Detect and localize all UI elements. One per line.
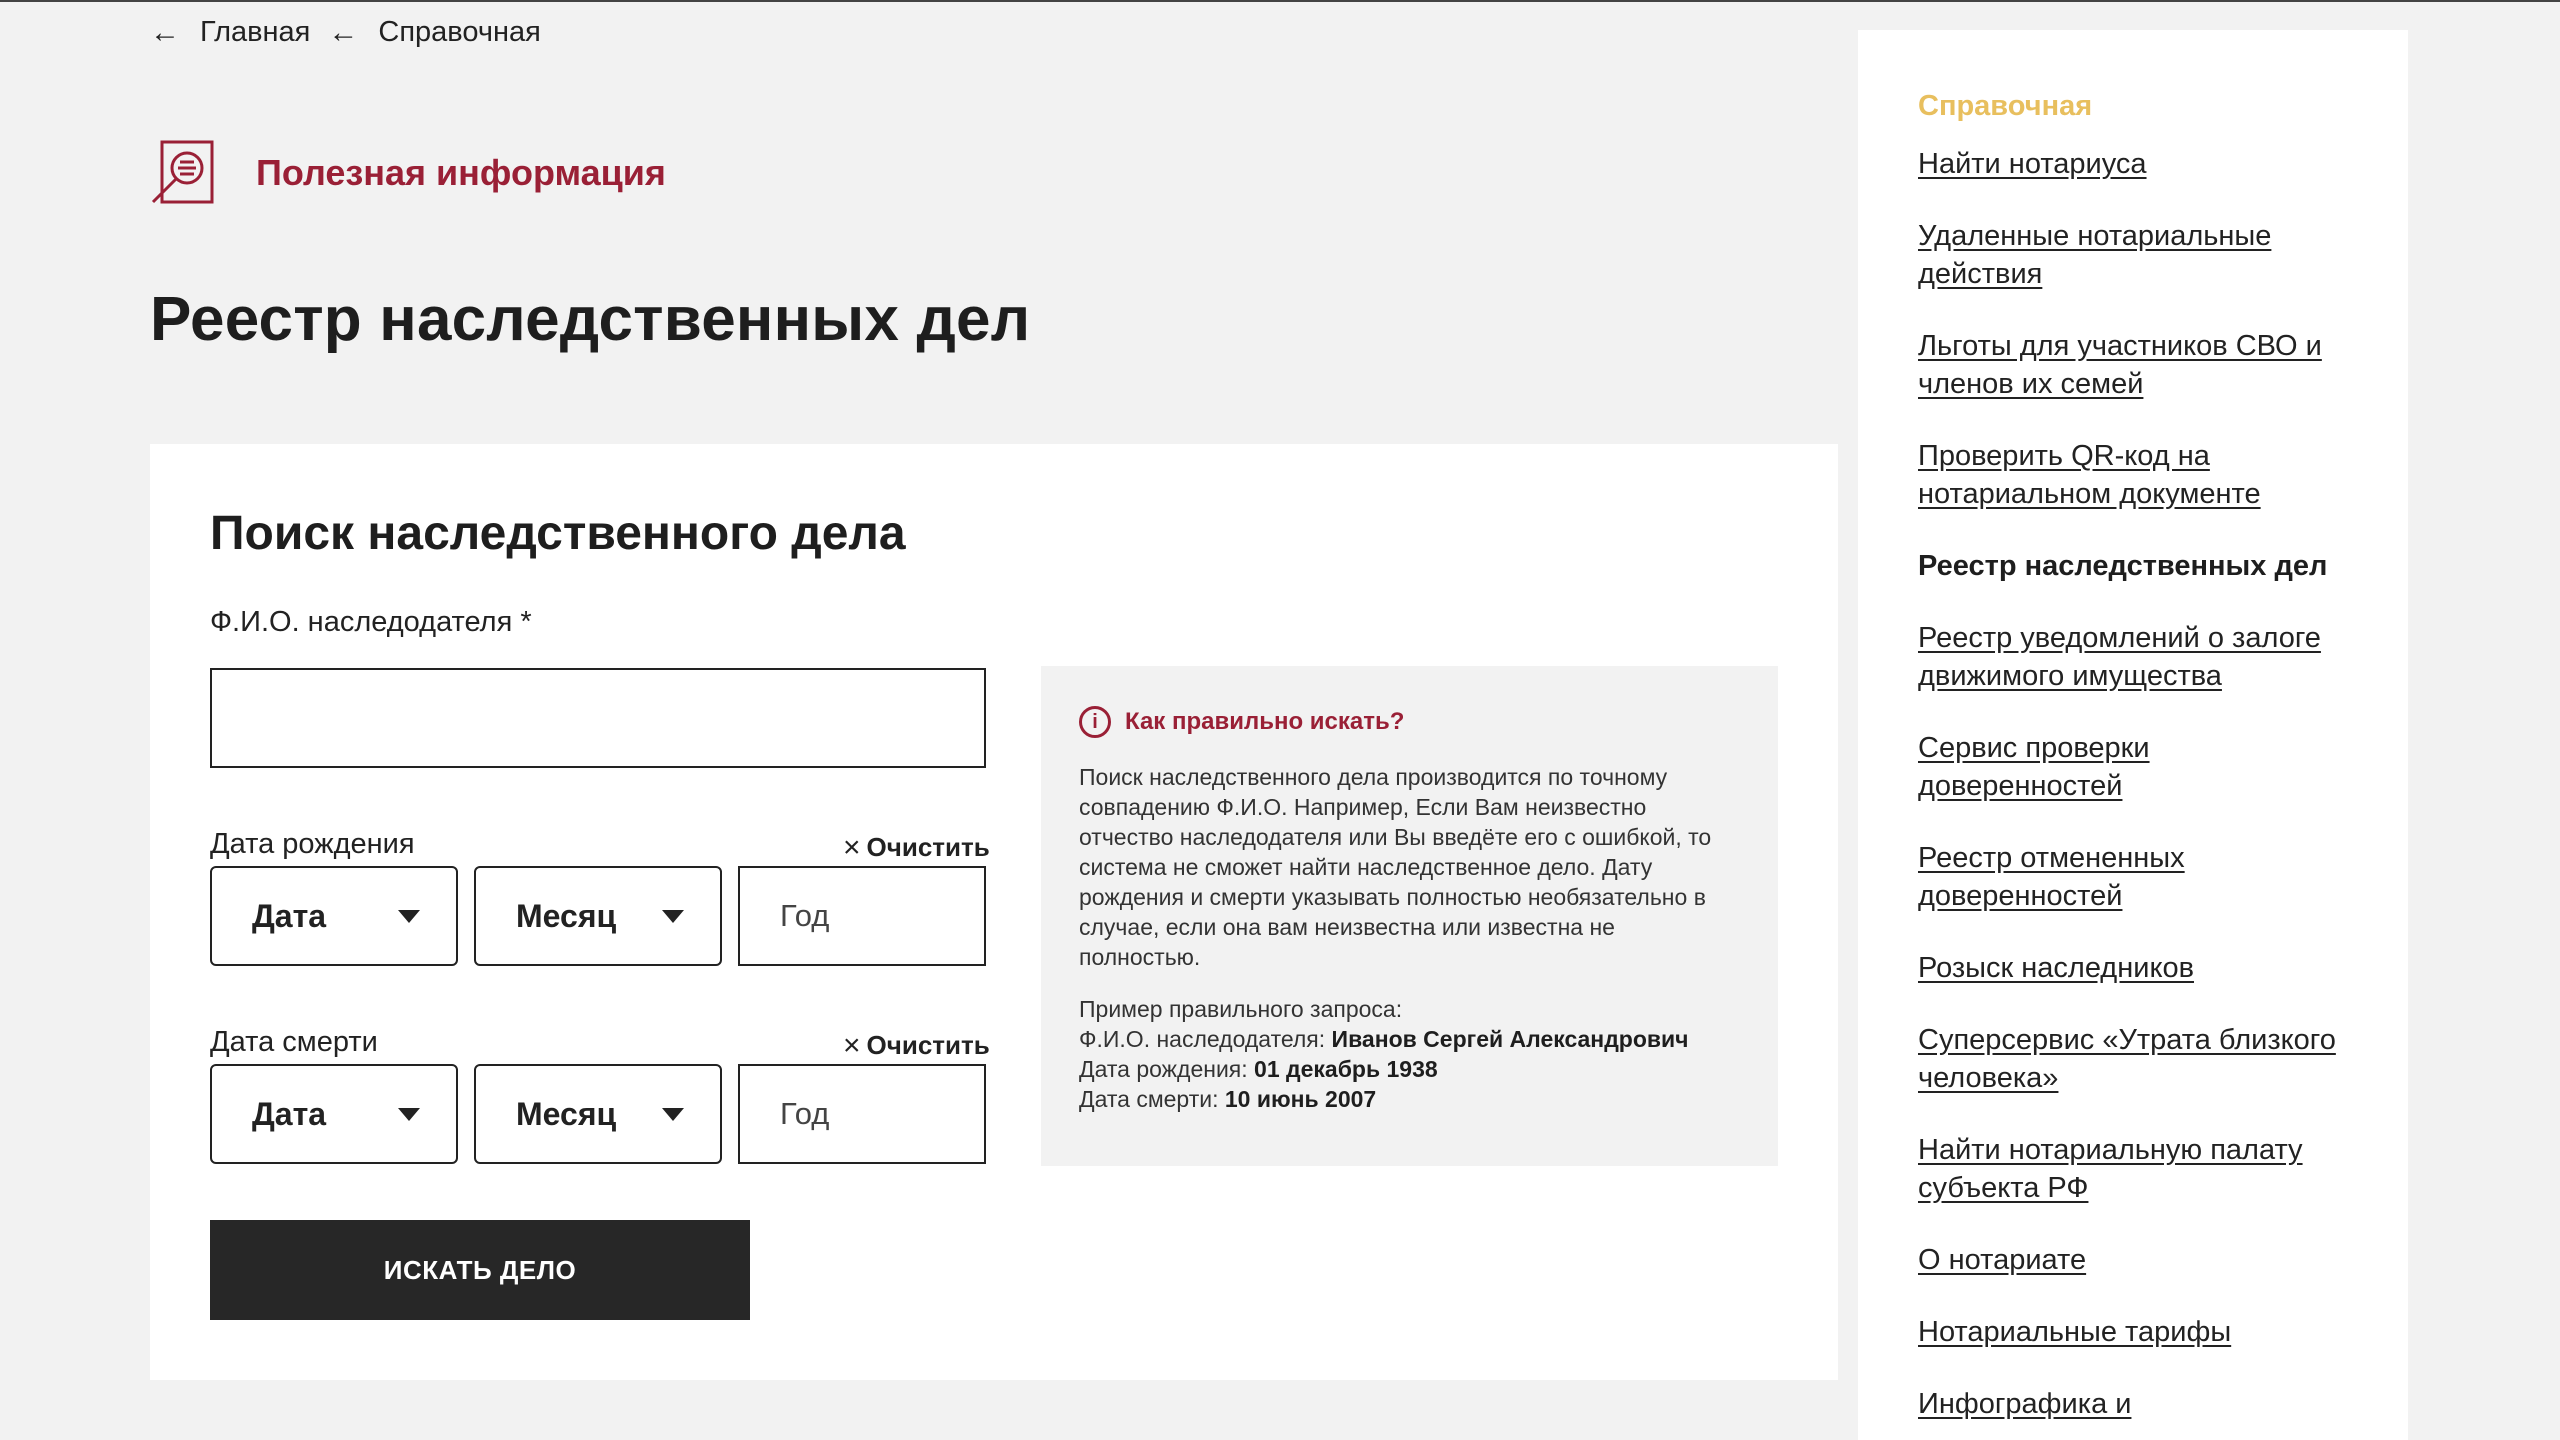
sidebar-item-tariffs[interactable]: Нотариальные тарифы bbox=[1918, 1313, 2348, 1351]
sidebar-item-remote-actions[interactable]: Удаленные нотариальные действия bbox=[1918, 217, 2348, 293]
sidebar-item-loss-superservice[interactable]: Суперсервис «Утрата близкого человека» bbox=[1918, 1021, 2348, 1097]
sidebar-item-infographics[interactable]: Инфографика и bbox=[1918, 1385, 2348, 1423]
chevron-down-icon bbox=[662, 1107, 684, 1121]
page-title: Реестр наследственных дел bbox=[150, 285, 1031, 354]
close-icon: × bbox=[843, 1028, 861, 1062]
example-title: Пример правильного запроса: bbox=[1079, 996, 1403, 1022]
death-month-select[interactable]: Месяц bbox=[474, 1064, 722, 1164]
example-name: Ф.И.О. наследодателя: Иванов Сергей Алек… bbox=[1079, 1024, 1740, 1054]
sidebar-item-inheritance-registry[interactable]: Реестр наследственных дел bbox=[1918, 547, 2348, 585]
sidebar-item-pledge-registry[interactable]: Реестр уведомлений о залоге движимого им… bbox=[1918, 619, 2348, 695]
breadcrumb-item-label: Справочная bbox=[378, 16, 541, 48]
example-birth-label: Дата рождения: bbox=[1079, 1056, 1248, 1082]
select-value: Месяц bbox=[516, 1095, 617, 1132]
sidebar-item-notary-chamber[interactable]: Найти нотариальную палату субъекта РФ bbox=[1918, 1131, 2348, 1207]
chevron-down-icon bbox=[398, 909, 420, 923]
death-year-input[interactable] bbox=[738, 1064, 986, 1164]
sidebar-item-qr-check[interactable]: Проверить QR-код на нотариальном докумен… bbox=[1918, 437, 2348, 513]
name-input[interactable] bbox=[210, 668, 986, 768]
help-text: Поиск наследственного дела производится … bbox=[1079, 764, 1712, 970]
death-clear-button[interactable]: × Очистить bbox=[843, 1030, 990, 1061]
chevron-down-icon bbox=[398, 1107, 420, 1121]
birth-month-select[interactable]: Месяц bbox=[474, 866, 722, 966]
help-title: Как правильно искать? bbox=[1125, 708, 1405, 735]
info-icon: i bbox=[1079, 706, 1111, 738]
birth-year-input[interactable] bbox=[738, 866, 986, 966]
example-name-value: Иванов Сергей Александрович bbox=[1331, 1026, 1689, 1052]
select-value: Дата bbox=[252, 897, 327, 934]
sidebar-item-poa-check[interactable]: Сервис проверки доверенностей bbox=[1918, 729, 2348, 805]
example-birth-value: 01 декабрь 1938 bbox=[1254, 1056, 1438, 1082]
death-day-select[interactable]: Дата bbox=[210, 1064, 458, 1164]
sidebar-item-about-notariate[interactable]: О нотариате bbox=[1918, 1241, 2348, 1279]
arrow-left-icon: ← bbox=[328, 15, 359, 49]
breadcrumb-item-home[interactable]: ← Главная bbox=[150, 16, 310, 49]
sidebar-item-heir-search[interactable]: Розыск наследников bbox=[1918, 949, 2348, 987]
section-title: Полезная информация bbox=[256, 152, 666, 193]
close-icon: × bbox=[843, 830, 861, 864]
chevron-down-icon bbox=[662, 909, 684, 923]
sidebar-item-revoked-poa[interactable]: Реестр отмененных доверенностей bbox=[1918, 839, 2348, 915]
birth-day-select[interactable]: Дата bbox=[210, 866, 458, 966]
section-header: Полезная информация bbox=[150, 138, 666, 208]
breadcrumb-item-reference[interactable]: ← Справочная bbox=[328, 16, 540, 49]
sidebar-item-find-notary[interactable]: Найти нотариуса bbox=[1918, 145, 2348, 183]
sidebar-heading: Справочная bbox=[1918, 90, 2093, 122]
arrow-left-icon: ← bbox=[150, 15, 180, 49]
search-form-title: Поиск наследственного дела bbox=[210, 507, 906, 560]
help-box: i Как правильно искать? Поиск наследстве… bbox=[1041, 666, 1778, 1166]
example-birth: Дата рождения: 01 декабрь 1938 bbox=[1079, 1054, 1740, 1084]
help-header: i Как правильно искать? bbox=[1079, 706, 1740, 738]
search-card: Поиск наследственного дела Ф.И.О. наслед… bbox=[150, 444, 1838, 1380]
name-field-label: Ф.И.О. наследодателя * bbox=[210, 606, 532, 638]
clear-label: Очистить bbox=[866, 1030, 990, 1060]
example-name-label: Ф.И.О. наследодателя: bbox=[1079, 1026, 1326, 1052]
example-death-label: Дата смерти: bbox=[1079, 1086, 1219, 1112]
breadcrumb: ← Главная ← Справочная bbox=[150, 16, 541, 49]
search-button[interactable]: ИСКАТЬ ДЕЛО bbox=[210, 1220, 750, 1320]
sidebar-item-svo-benefits[interactable]: Льготы для участников СВО и членов их се… bbox=[1918, 327, 2348, 403]
example-death-value: 10 июнь 2007 bbox=[1224, 1086, 1377, 1112]
select-value: Месяц bbox=[516, 897, 617, 934]
help-example: Пример правильного запроса: Ф.И.О. насле… bbox=[1079, 994, 1740, 1114]
sidebar: Справочная Найти нотариуса Удаленные нот… bbox=[1858, 30, 2408, 1440]
death-date-label: Дата смерти bbox=[210, 1026, 378, 1058]
example-death: Дата смерти: 10 июнь 2007 bbox=[1079, 1084, 1740, 1114]
select-value: Дата bbox=[252, 1095, 327, 1132]
birth-date-label: Дата рождения bbox=[210, 828, 415, 860]
clear-label: Очистить bbox=[866, 832, 990, 862]
birth-clear-button[interactable]: × Очистить bbox=[843, 832, 990, 863]
breadcrumb-item-label: Главная bbox=[200, 16, 311, 48]
document-search-icon bbox=[151, 140, 214, 204]
